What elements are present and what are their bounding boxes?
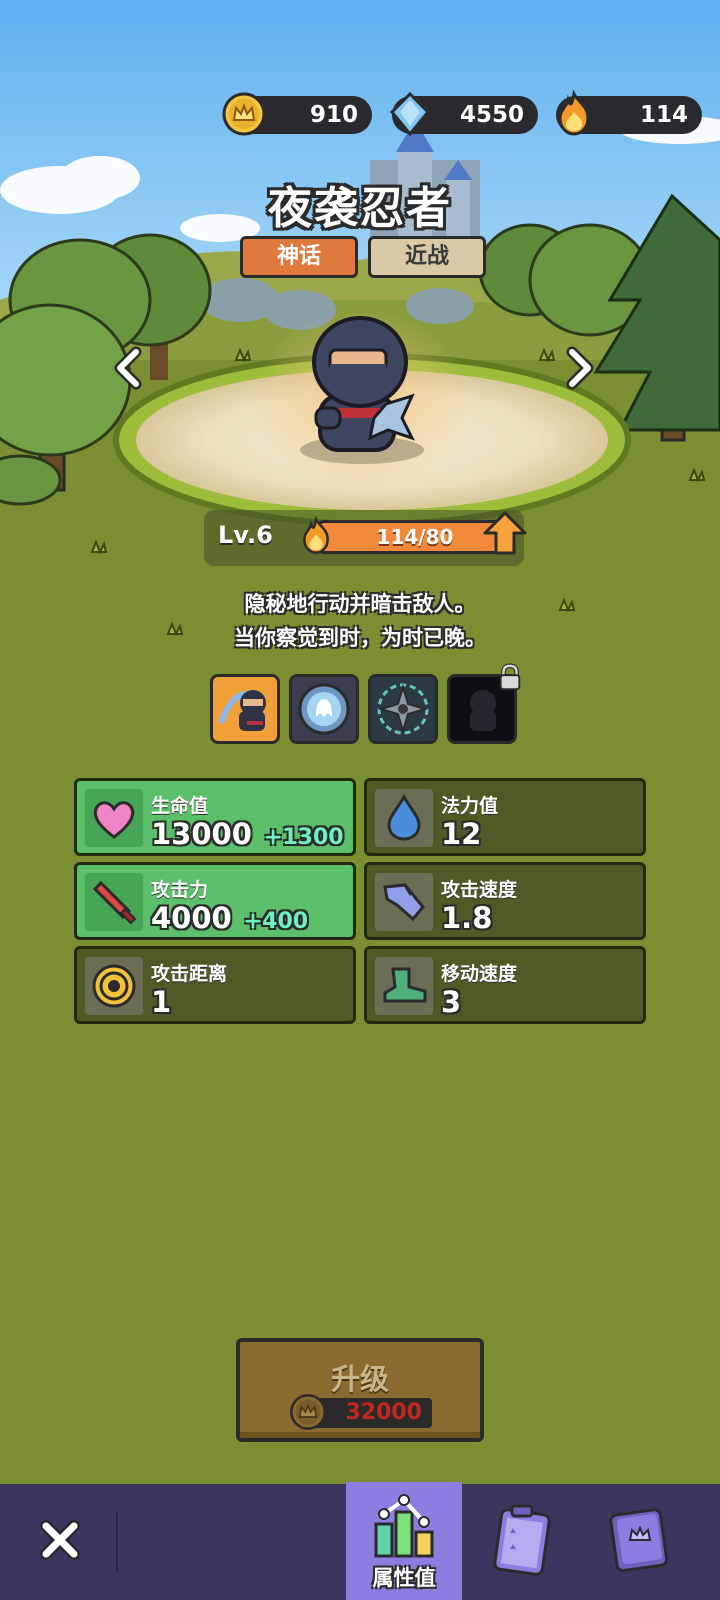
stat-attack-value: 4000 [151,901,232,935]
fire-icon [303,515,329,554]
stat-attack: 攻击力 4000 +400 [74,862,356,940]
hero-description-line1: 隐秘地行动并暗击敌人。 [244,592,476,616]
boot-icon [383,967,427,1003]
skill-slot-ghost-orb[interactable] [289,674,359,744]
skin-slot-ninja[interactable] [210,674,280,744]
upgrade-label: 升级 [330,1362,389,1396]
tab-stats[interactable]: 属性值 [346,1482,462,1600]
stat-mana-label: 法力值 [441,795,499,817]
target-icon [92,964,136,1008]
upgrade-cost-pill: 32000 [290,1394,432,1430]
stat-attack-label: 攻击力 [151,879,209,901]
close-icon[interactable] [30,1510,90,1570]
shuriken-icon [377,683,429,735]
skin-slot-shadow-locked[interactable] [447,663,521,744]
crown-currency: 910 [222,92,372,136]
lock-icon [499,663,521,691]
diamond-gem-icon [389,91,431,137]
bottom-navigation: 属性值 [0,1482,720,1600]
type-tag: 近战 [368,236,486,278]
stat-hp-label: 生命值 [151,795,209,817]
ninja-portrait-icon [218,690,266,731]
fire-currency: 114 [556,90,702,136]
gauntlet-icon [383,883,425,922]
upgrade-button[interactable]: 升级 32000 [236,1338,484,1442]
upgrade-cost: 32000 [345,1400,422,1425]
ghost-orb-icon [298,683,350,735]
tab-quests[interactable] [464,1484,580,1600]
gem-currency: 4550 [389,91,538,137]
fire-icon [558,90,590,136]
tab-stats-label: 属性值 [372,1566,436,1590]
stat-hp-bonus: +1300 [263,825,344,850]
stat-attack-range-label: 攻击距离 [151,963,228,985]
stat-move-speed-value: 3 [441,985,462,1019]
sword-icon [92,880,137,925]
stat-attack-speed: 攻击速度 1.8 [364,862,646,940]
stat-attack-range: 攻击距离 1 [74,946,356,1024]
hero-level: Lv.6 [218,521,273,549]
xp-progress-text: 114/80 [376,525,454,549]
stat-attack-speed-value: 1.8 [441,901,493,935]
previous-hero-arrow-icon[interactable] [110,346,146,390]
stat-hp-value: 13000 [151,817,252,851]
stat-attack-bonus: +400 [243,909,309,934]
crown-amount: 910 [309,102,358,128]
bar-chart-icon [374,1494,434,1558]
nav-divider [116,1512,118,1572]
tab-book[interactable] [582,1484,698,1600]
gem-amount: 4550 [459,102,524,128]
next-hero-arrow-icon[interactable] [562,346,598,390]
fire-amount: 114 [639,102,688,128]
stat-hp: 生命值 13000 +1300 [74,778,356,856]
level-up-arrow-icon[interactable] [482,510,528,556]
stat-mana-value: 12 [441,817,482,851]
skill-slot-shuriken[interactable] [368,674,438,744]
heart-icon [93,801,135,839]
rarity-tag: 神话 [240,236,358,278]
stat-mana: 法力值 12 [364,778,646,856]
stat-attack-range-value: 1 [151,985,172,1019]
crown-coin-icon [290,1394,326,1430]
hero-name: 夜袭忍者 [268,183,452,234]
crown-coin-icon [222,92,266,136]
water-drop-icon [387,794,421,841]
stat-move-speed-label: 移动速度 [441,963,518,985]
hero-description-line2: 当你察觉到时，为时已晚。 [234,626,486,650]
stat-move-speed: 移动速度 3 [364,946,646,1024]
stat-attack-speed-label: 攻击速度 [441,879,518,901]
clipboard-icon [493,1504,551,1576]
book-icon [609,1508,669,1573]
